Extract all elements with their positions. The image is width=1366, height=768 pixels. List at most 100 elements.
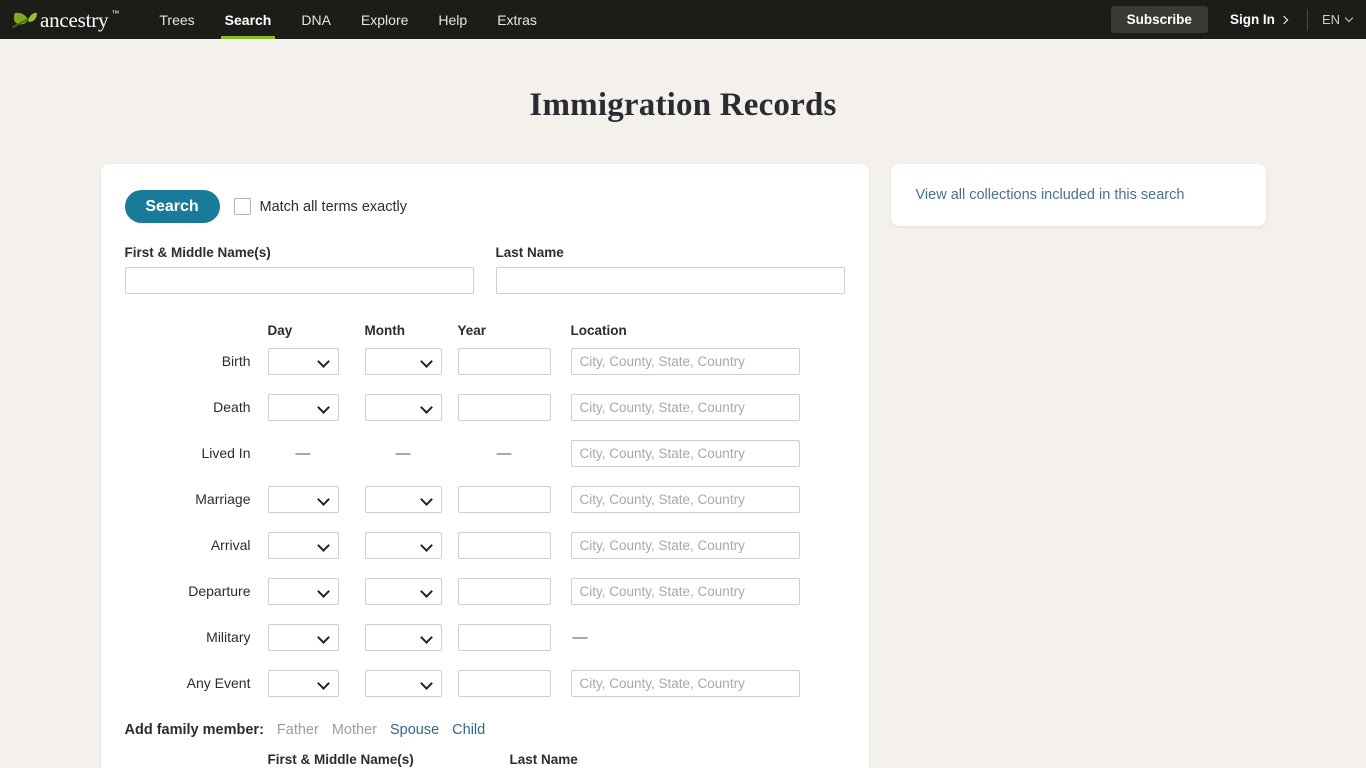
sign-in-link[interactable]: Sign In (1229, 12, 1289, 27)
military-day-select[interactable] (267, 623, 339, 651)
primary-name-fields: First & Middle Name(s) Last Name (124, 245, 845, 294)
add-family-member-label: Add family member: (124, 722, 264, 738)
any-event-day-select[interactable] (267, 669, 339, 697)
main-nav-items: Trees Search DNA Explore Help Extras (144, 0, 552, 39)
first-name-input[interactable] (124, 267, 474, 294)
column-header-month: Month (364, 323, 405, 338)
arrival-location-wrap (570, 531, 800, 559)
any-event-day-select-wrap (267, 669, 339, 697)
nav-item-explore[interactable]: Explore (346, 0, 423, 39)
nav-item-trees[interactable]: Trees (144, 0, 209, 39)
military-month-select-wrap (364, 623, 442, 651)
event-label-birth: Birth (221, 353, 251, 369)
marriage-month-select-wrap (364, 485, 442, 513)
departure-location-wrap (570, 577, 800, 605)
departure-day-select-wrap (267, 577, 339, 605)
language-selector[interactable]: EN (1321, 12, 1354, 27)
sign-in-label: Sign In (1229, 12, 1275, 27)
birth-location-wrap (570, 347, 800, 375)
add-family-spouse-link[interactable]: Spouse (390, 722, 439, 738)
death-day-select[interactable] (267, 393, 339, 421)
search-actions-row: Search Match all terms exactly (124, 190, 845, 223)
birth-day-select[interactable] (267, 347, 339, 375)
marriage-day-select[interactable] (267, 485, 339, 513)
add-family-child-link[interactable]: Child (452, 722, 485, 738)
departure-location-input[interactable] (570, 577, 800, 605)
any-event-location-input[interactable] (570, 669, 800, 697)
event-row-departure: Departure (125, 568, 845, 614)
event-label-military: Military (206, 629, 251, 645)
nav-item-extras[interactable]: Extras (482, 0, 552, 39)
page-title: Immigration Records (529, 87, 837, 123)
nav-item-search[interactable]: Search (210, 0, 287, 39)
military-year-wrap (457, 623, 551, 651)
column-header-location: Location (570, 323, 627, 338)
any-event-location-wrap (570, 669, 800, 697)
first-name-group: First & Middle Name(s) (124, 245, 474, 294)
death-month-select[interactable] (364, 393, 442, 421)
family-column-header-first-name: First & Middle Name(s) (267, 752, 414, 767)
lived-in-year-placeholder: — (458, 440, 551, 467)
arrival-month-select[interactable] (364, 531, 442, 559)
event-label-marriage: Marriage (195, 491, 251, 507)
birth-location-input[interactable] (570, 347, 800, 375)
language-label: EN (1321, 12, 1340, 27)
nav-right-group: Subscribe Sign In EN (1110, 0, 1354, 39)
military-month-select[interactable] (364, 623, 442, 651)
event-label-death: Death (213, 399, 251, 415)
event-row-marriage: Marriage (125, 476, 845, 522)
column-header-day: Day (267, 323, 293, 338)
departure-year-input[interactable] (457, 577, 551, 605)
lived-in-day-placeholder: — (268, 440, 339, 467)
nav-item-help[interactable]: Help (423, 0, 482, 39)
view-all-collections-link[interactable]: View all collections included in this se… (916, 187, 1185, 203)
event-fields-table: Day Month Year Location Birth Death (125, 316, 845, 706)
event-row-arrival: Arrival (125, 522, 845, 568)
lived-in-location-wrap (570, 439, 800, 467)
lived-in-location-input[interactable] (570, 439, 800, 467)
subscribe-button[interactable]: Subscribe (1110, 6, 1208, 33)
departure-year-wrap (457, 577, 551, 605)
birth-month-select[interactable] (364, 347, 442, 375)
marriage-year-wrap (457, 485, 551, 513)
dash-icon: — (572, 628, 588, 646)
birth-day-select-wrap (267, 347, 339, 375)
match-exact-label: Match all terms exactly (259, 198, 407, 215)
match-exact-checkbox[interactable] (233, 198, 251, 215)
event-label-any-event: Any Event (186, 675, 251, 691)
any-event-month-select[interactable] (364, 669, 442, 697)
marriage-month-select[interactable] (364, 485, 442, 513)
death-location-input[interactable] (570, 393, 800, 421)
arrival-year-wrap (457, 531, 551, 559)
lived-in-month-placeholder: — (365, 440, 442, 467)
military-year-input[interactable] (457, 623, 551, 651)
arrival-year-input[interactable] (457, 531, 551, 559)
add-family-mother-link[interactable]: Mother (332, 722, 377, 738)
death-year-input[interactable] (457, 393, 551, 421)
logo-wordmark: ancestry (40, 8, 109, 32)
event-label-arrival: Arrival (210, 537, 251, 553)
arrival-day-select[interactable] (267, 531, 339, 559)
military-day-select-wrap (267, 623, 339, 651)
nav-item-dna[interactable]: DNA (286, 0, 346, 39)
search-button[interactable]: Search (124, 190, 220, 223)
top-navigation-bar: ancestry ™ Trees Search DNA Explore Help… (0, 0, 1366, 39)
match-exact-toggle[interactable]: Match all terms exactly (233, 198, 407, 215)
add-family-father-link[interactable]: Father (277, 722, 319, 738)
ancestry-logo[interactable]: ancestry ™ (12, 8, 119, 32)
event-label-departure: Departure (188, 583, 251, 599)
page-content: Search Match all terms exactly First & M… (0, 124, 1366, 768)
marriage-year-input[interactable] (457, 485, 551, 513)
last-name-input[interactable] (495, 267, 845, 294)
marriage-location-input[interactable] (570, 485, 800, 513)
death-year-wrap (457, 393, 551, 421)
any-event-month-select-wrap (364, 669, 442, 697)
birth-year-input[interactable] (457, 347, 551, 375)
departure-month-select[interactable] (364, 577, 442, 605)
arrival-location-input[interactable] (570, 531, 800, 559)
collections-card: View all collections included in this se… (890, 164, 1266, 226)
departure-day-select[interactable] (267, 577, 339, 605)
search-form-card: Search Match all terms exactly First & M… (100, 164, 869, 768)
event-row-death: Death (125, 384, 845, 430)
any-event-year-input[interactable] (457, 669, 551, 697)
